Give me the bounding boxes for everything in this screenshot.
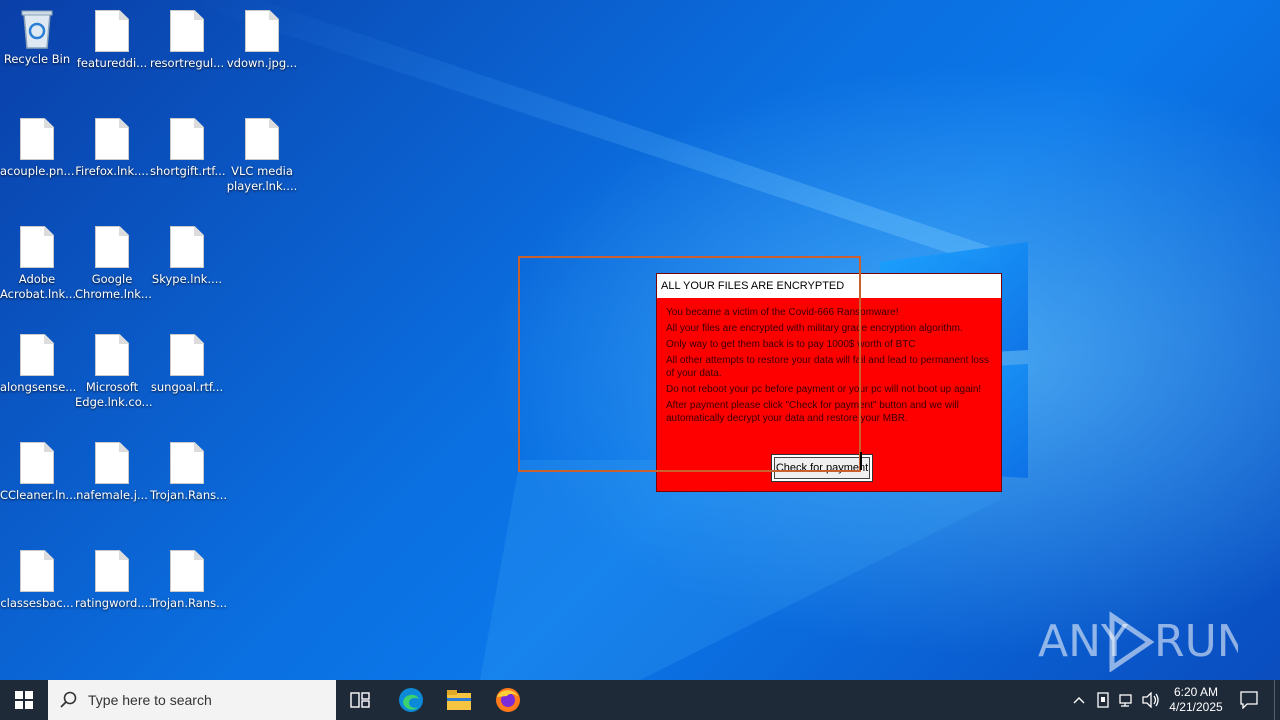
desktop-icon-file[interactable]: ratingword.... [75,550,152,611]
windows-logo-icon [15,691,33,709]
desktop-icon-label: Recycle Bin [3,52,71,66]
file-icon [95,442,129,484]
desktop-icon-label: CCleaner.ln... [0,488,77,502]
file-icon [170,226,204,268]
text-cursor-icon [860,452,862,470]
desktop-icon-label: shortgift.rtf... [150,164,226,178]
clock-time: 6:20 AM [1173,685,1218,699]
desktop-icon-file[interactable]: Skype.lnk.... [150,226,224,287]
device-tray-button[interactable] [1092,680,1114,720]
edge-taskbar-button[interactable] [390,680,432,720]
taskbar-search-box[interactable]: Type here to search [48,680,336,720]
edge-icon [399,688,423,712]
action-center-button[interactable] [1234,680,1264,720]
desktop-icon-file[interactable]: alongsense... [0,334,77,395]
file-icon [95,550,129,592]
desktop-icon-label: Adobe Acrobat.lnk... [0,272,77,301]
show-desktop-button[interactable] [1274,680,1280,720]
desktop-icon-file[interactable]: shortgift.rtf... [150,118,226,179]
watermark-text-left: ANY [1038,616,1128,667]
desktop-icon-file[interactable]: acouple.pn... [0,118,74,179]
file-icon [20,550,54,592]
recycle-bin-icon [18,8,56,50]
start-button[interactable] [0,680,48,720]
desktop-icon-label: acouple.pn... [0,164,75,178]
file-icon [95,10,129,52]
file-icon [20,226,54,268]
taskbar: Type here to search 6:20 AM 4/21/2025 [0,680,1280,720]
desktop-icon-recycle-bin[interactable]: Recycle Bin [0,8,74,67]
file-icon [20,118,54,160]
desktop-icon-file[interactable]: featureddi... [75,10,149,71]
desktop-icon-label: Trojan.Rans... [150,488,228,502]
desktop-icon-label: classesbac... [0,596,74,610]
desktop-icon-label: alongsense... [0,380,77,394]
desktop-icon-label: Firefox.lnk.... [75,164,149,178]
desktop: Recycle Bin featureddi... resortregul...… [0,0,1280,680]
desktop-icon-label: Trojan.Rans... [150,596,228,610]
notification-icon [1240,691,1258,709]
anyrun-watermark: ANY RUN [1038,608,1250,673]
desktop-icon-label: vdown.jpg... [226,56,298,70]
clock[interactable]: 6:20 AM 4/21/2025 [1164,680,1228,720]
watermark-text-right: RUN [1154,616,1238,667]
desktop-icon-label: nafemale.j... [76,488,148,502]
desktop-icon-label: Microsoft Edge.lnk.co... [75,380,153,409]
window-drag-outline [518,256,861,472]
desktop-icon-file[interactable]: nafemale.j... [75,442,149,503]
task-view-button[interactable] [340,680,380,720]
desktop-icon-file[interactable]: Trojan.Rans... [150,550,228,611]
file-icon [170,442,204,484]
desktop-icon-file[interactable]: Microsoft Edge.lnk.co... [75,334,153,410]
desktop-icon-file[interactable]: resortregul... [150,10,224,71]
desktop-icon-file[interactable]: Trojan.Rans... [150,442,228,503]
volume-icon [1142,692,1159,708]
desktop-icon-label: ratingword.... [75,596,152,610]
desktop-icon-label: sungoal.rtf... [150,380,224,394]
desktop-icon-label: resortregul... [150,56,225,70]
desktop-icon-label: Skype.lnk.... [151,272,223,286]
device-icon [1097,692,1109,708]
desktop-icon-label: VLC media player.lnk.... [226,164,298,193]
show-hidden-icons-button[interactable] [1068,680,1090,720]
file-icon [170,334,204,376]
file-icon [95,118,129,160]
desktop-icon-label: featureddi... [76,56,148,70]
task-view-icon [350,692,370,708]
clock-date: 4/21/2025 [1169,700,1223,714]
file-icon [245,118,279,160]
desktop-icon-file[interactable]: classesbac... [0,550,74,611]
file-icon [95,226,129,268]
desktop-icon-label: Google Chrome.lnk... [75,272,152,301]
firefox-icon [496,688,520,712]
file-icon [170,10,204,52]
file-explorer-icon [447,690,471,710]
file-icon [20,442,54,484]
firefox-taskbar-button[interactable] [487,680,529,720]
chevron-up-icon [1073,697,1085,704]
desktop-icon-file[interactable]: Adobe Acrobat.lnk... [0,226,77,302]
file-icon [245,10,279,52]
file-icon [170,118,204,160]
desktop-icon-file[interactable]: sungoal.rtf... [150,334,224,395]
desktop-icon-file[interactable]: VLC media player.lnk.... [225,118,299,194]
file-icon [95,334,129,376]
file-icon [20,334,54,376]
search-icon [60,691,77,708]
network-icon [1119,694,1132,707]
desktop-icon-file[interactable]: Firefox.lnk.... [75,118,149,179]
desktop-icon-file[interactable]: vdown.jpg... [225,10,299,71]
file-explorer-taskbar-button[interactable] [438,680,480,720]
desktop-icon-file[interactable]: CCleaner.ln... [0,442,77,503]
desktop-icon-file[interactable]: Google Chrome.lnk... [75,226,152,302]
network-tray-button[interactable] [1116,680,1138,720]
volume-tray-button[interactable] [1140,680,1162,720]
search-placeholder: Type here to search [88,692,212,708]
file-icon [170,550,204,592]
